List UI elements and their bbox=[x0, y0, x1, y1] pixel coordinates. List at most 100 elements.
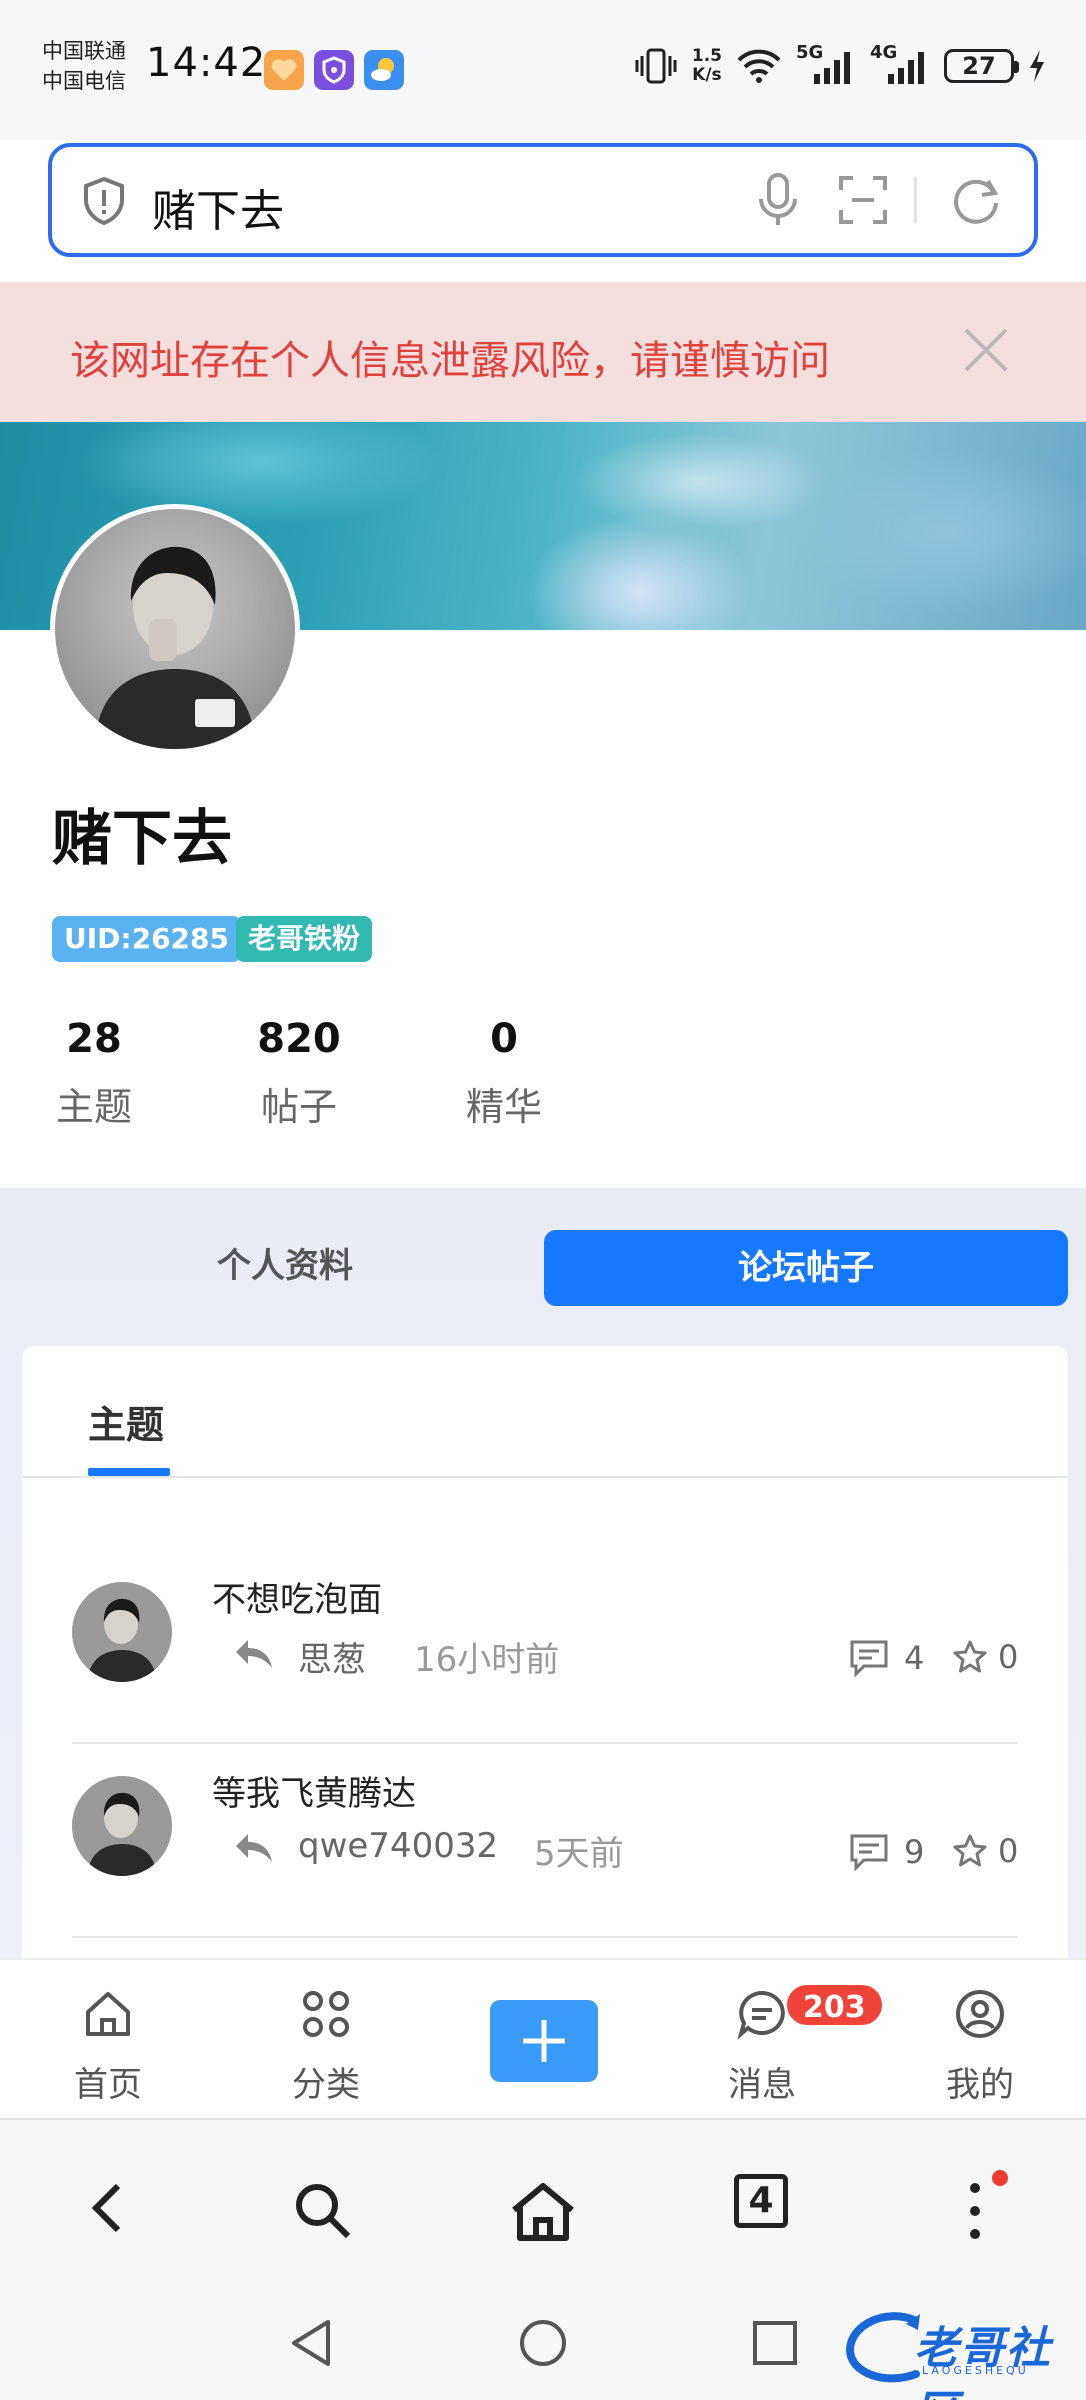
charging-icon bbox=[1030, 50, 1044, 82]
vibrate-icon bbox=[635, 48, 677, 84]
tab-forum-posts[interactable]: 论坛帖子 bbox=[544, 1230, 1068, 1306]
system-recents-icon[interactable] bbox=[752, 2320, 798, 2370]
star-icon bbox=[953, 1640, 987, 1673]
thread-time: 16小时前 bbox=[414, 1640, 560, 1680]
status-indicators: 1.5 K/s 5G 4G 27 bbox=[634, 42, 1046, 86]
fan-level-badge: 老哥铁粉 bbox=[236, 916, 373, 962]
system-navigation-bar: 老哥社区 LAOGESHEQU bbox=[0, 2286, 1086, 2400]
status-time: 14:42 bbox=[146, 40, 267, 86]
watermark-text: 老哥社区 bbox=[914, 2323, 1052, 2400]
signal-bars-icon bbox=[814, 52, 850, 84]
plus-icon bbox=[523, 2020, 565, 2062]
search-icon[interactable] bbox=[292, 2180, 354, 2246]
system-home-icon[interactable] bbox=[518, 2318, 568, 2372]
thread-row[interactable]: 不想吃泡面 思葱 16小时前 4 0 bbox=[72, 1554, 1018, 1744]
comment-icon bbox=[850, 1640, 888, 1678]
favorite-count: 0 bbox=[952, 1832, 1018, 1870]
stat-label: 主题 bbox=[55, 1085, 132, 1129]
stat-label: 精华 bbox=[465, 1085, 542, 1129]
carrier-labels: 中国联通 中国电信 bbox=[42, 36, 126, 96]
favorite-count: 0 bbox=[952, 1638, 1018, 1676]
net-speed-value: 1.5 bbox=[691, 46, 722, 66]
privacy-warning-banner: 该网址存在个人信息泄露风险，请谨慎访问 bbox=[0, 282, 1086, 422]
site-watermark-logo: 老哥社区 LAOGESHEQU bbox=[844, 2304, 1074, 2400]
avatar[interactable] bbox=[72, 1776, 172, 1876]
message-icon bbox=[737, 1990, 785, 2040]
status-bar: 中国联通 中国电信 14:42 1.5 K/s 5G 4G 27 bbox=[0, 0, 1086, 140]
heart-app-icon bbox=[264, 50, 304, 90]
battery-indicator: 27 bbox=[944, 49, 1019, 83]
stat-label: 帖子 bbox=[260, 1085, 337, 1129]
divider bbox=[72, 1936, 1018, 1938]
stat-value: 0 bbox=[490, 1016, 518, 1062]
thread-last-reply-author[interactable]: 思葱 bbox=[298, 1632, 366, 1681]
comment-count-value: 4 bbox=[904, 1639, 925, 1677]
nav-category[interactable]: 分类 bbox=[266, 1988, 386, 2106]
favorite-count-value: 0 bbox=[998, 1638, 1019, 1676]
comment-count: 9 bbox=[848, 1832, 924, 1872]
stat-posts[interactable]: 820 帖子 bbox=[229, 1016, 369, 1131]
uid-badge: UID:26285 bbox=[52, 916, 242, 962]
close-icon[interactable] bbox=[962, 326, 1010, 378]
favorite-count-value: 0 bbox=[998, 1832, 1019, 1870]
thread-title[interactable]: 等我飞黄腾达 bbox=[212, 1766, 416, 1815]
thread-row[interactable]: 等我飞黄腾达 qwe740032 5天前 9 0 bbox=[72, 1748, 1018, 1938]
user-icon bbox=[956, 1990, 1004, 2038]
wifi-icon bbox=[737, 49, 781, 83]
nav-label: 分类 bbox=[292, 2065, 360, 2105]
net-speed-unit: K/s bbox=[692, 65, 722, 85]
comment-icon bbox=[850, 1834, 888, 1872]
new-post-button[interactable] bbox=[490, 2000, 598, 2082]
divider bbox=[914, 177, 917, 223]
back-icon[interactable] bbox=[88, 2180, 128, 2240]
comment-count-value: 9 bbox=[904, 1833, 925, 1871]
system-back-icon[interactable] bbox=[288, 2318, 334, 2372]
stat-value: 820 bbox=[257, 1016, 341, 1062]
more-menu-icon[interactable] bbox=[968, 2180, 982, 2246]
signal-4g: 4G bbox=[870, 42, 930, 86]
stat-featured[interactable]: 0 精华 bbox=[434, 1016, 574, 1131]
watermark-subtext: LAOGESHEQU bbox=[922, 2364, 1029, 2377]
browser-toolbar: 4 bbox=[0, 2118, 1086, 2286]
home-icon[interactable] bbox=[508, 2180, 578, 2248]
notification-dot bbox=[992, 2170, 1008, 2186]
scan-icon[interactable] bbox=[838, 175, 888, 229]
security-shield-icon[interactable] bbox=[82, 176, 126, 230]
carrier-1: 中国联通 bbox=[42, 39, 126, 63]
thread-time: 5天前 bbox=[534, 1834, 624, 1874]
avatar[interactable] bbox=[72, 1582, 172, 1682]
nav-mine[interactable]: 我的 bbox=[920, 1988, 1040, 2106]
tab-topics[interactable]: 主题 bbox=[88, 1394, 164, 1449]
star-icon bbox=[953, 1834, 987, 1867]
home-icon bbox=[86, 1992, 130, 2036]
reply-icon bbox=[232, 1636, 276, 1676]
posts-card: 主题 不想吃泡面 思葱 16小时前 4 0 等我飞黄腾达 qwe740032 5… bbox=[22, 1346, 1068, 1986]
tab-active-indicator bbox=[88, 1468, 170, 1476]
message-count-badge: 203 bbox=[784, 1982, 885, 2028]
stat-value: 28 bbox=[66, 1016, 122, 1062]
nav-label: 消息 bbox=[728, 2065, 796, 2105]
profile-username: 赌下去 bbox=[52, 804, 232, 874]
site-bottom-nav: 首页 分类 消息 我的 bbox=[0, 1958, 1086, 2118]
comment-count: 4 bbox=[848, 1638, 924, 1678]
refresh-icon[interactable] bbox=[948, 173, 1004, 233]
stat-topics[interactable]: 28 主题 bbox=[24, 1016, 164, 1131]
warning-text: 该网址存在个人信息泄露风险，请谨慎访问 bbox=[70, 338, 830, 384]
thread-title[interactable]: 不想吃泡面 bbox=[212, 1572, 382, 1621]
address-text[interactable]: 赌下去 bbox=[152, 175, 284, 239]
nav-home[interactable]: 首页 bbox=[48, 1988, 168, 2106]
profile-avatar[interactable] bbox=[50, 504, 300, 754]
tab-personal-info[interactable]: 个人资料 bbox=[40, 1228, 530, 1304]
carrier-2: 中国电信 bbox=[42, 69, 126, 93]
address-bar[interactable]: 赌下去 bbox=[48, 143, 1038, 257]
signal-5g: 5G bbox=[796, 42, 856, 86]
shield-app-icon bbox=[314, 50, 354, 90]
divider bbox=[72, 1742, 1018, 1744]
net-speed: 1.5 K/s bbox=[692, 47, 722, 85]
tabs-button[interactable]: 4 bbox=[734, 2174, 788, 2228]
signal-bars-icon bbox=[888, 52, 924, 84]
thread-last-reply-author[interactable]: qwe740032 bbox=[298, 1826, 498, 1866]
nav-label: 我的 bbox=[946, 2065, 1014, 2105]
microphone-icon[interactable] bbox=[756, 171, 800, 233]
reply-icon bbox=[232, 1830, 276, 1870]
